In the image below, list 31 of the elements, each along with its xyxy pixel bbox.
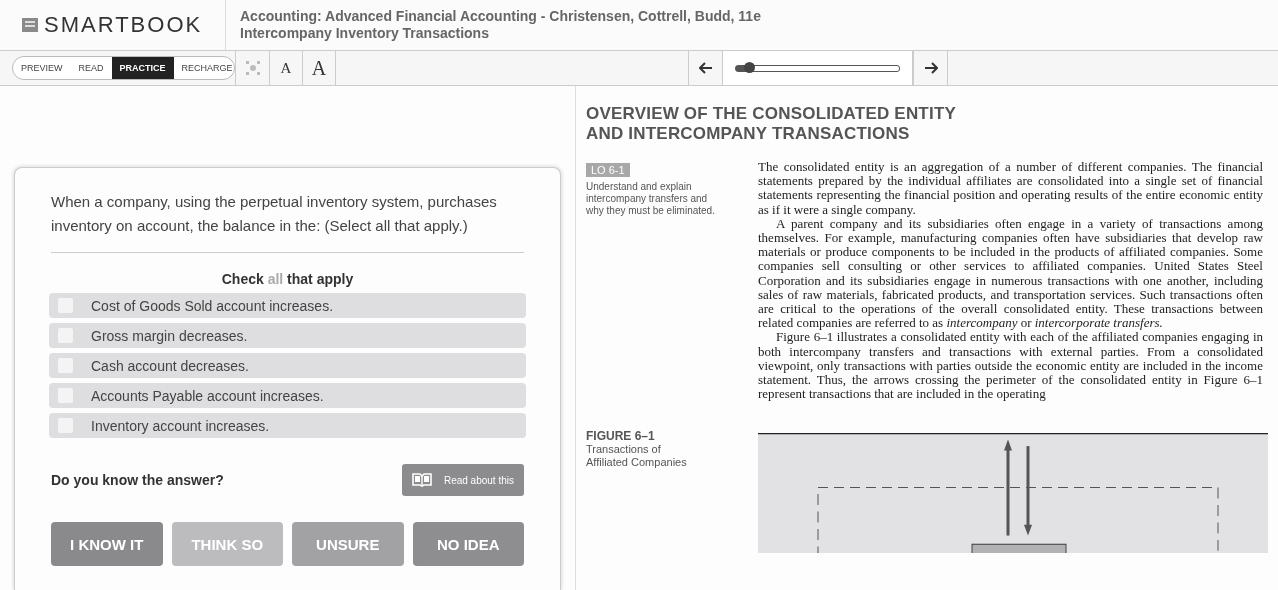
- body-paragraph: Figure 6–1 illustrates a consolidated entity with each of the affiliated companies engaging in both intercompany transfers and transactions with external parties. From a consolidated viewpoint, only transactions with parties outside the economic entity are included in the income statement. Thus, the arrows crossing the perimeter of the consolidated entity in Figure 6–1 represent transactions that are included in the operating: [758, 330, 1263, 402]
- collapse-icon[interactable]: [245, 61, 260, 75]
- step-tab[interactable]: PRACTICE: [111, 57, 174, 79]
- question-text: When a company, using the perpetual inventory system, purchases inventory on account, the balance in the: (Select all that apply.): [51, 190, 524, 253]
- section-heading: OVERVIEW OF THE CONSOLIDATED ENTITY AND INTERCOMPANY TRANSACTIONS: [586, 104, 957, 144]
- answer-option[interactable]: Gross margin decreases.: [49, 323, 526, 348]
- step-tab[interactable]: RECHARGE: [173, 57, 234, 79]
- logo: SMARTBOOK: [44, 12, 203, 38]
- answer-option[interactable]: Inventory account increases.: [49, 413, 526, 438]
- body-paragraph: The consolidated entity is an aggregation of a number of different companies. The financial statements prepared by the individual affiliates are consolidated into a single set of financial statements representing the financial position and operating results of the entire economic entity as if it were a single company.: [758, 160, 1263, 217]
- page-slider[interactable]: [735, 64, 900, 72]
- instruction-text: Check all that apply: [220, 271, 355, 287]
- font-smaller-button[interactable]: A: [270, 51, 303, 85]
- back-arrow-icon[interactable]: [698, 62, 713, 74]
- forward-arrow-icon[interactable]: [923, 62, 938, 74]
- font-larger-button[interactable]: A: [303, 51, 336, 85]
- book-title: Accounting: Advanced Financial Accounting - Christensen, Cottrell, Budd, 11e: [240, 8, 761, 25]
- book-icon: [411, 473, 432, 487]
- objective-text: Understand and explain intercompany transfers and why they must be eliminated.: [586, 181, 716, 217]
- figure-label: FIGURE 6–1: [586, 429, 656, 444]
- figure-caption: Transactions of Affiliated Companies: [586, 443, 688, 470]
- body-paragraph: A parent company and its subsidiaries often engage in a variety of transactions among themselves. For example, manufacturing companies often have subsidiaries that develop raw materials or produce components to be included in the products of affiliated companies. Some companies sell consulting or other services to affiliated companies. United States Steel Corporation and its subsidiaries engage in numerous transactions with one another, including sales of raw materials, fabricated products, and transportation services. Such transactions often are critical to the operations of the overall consolidated entity. These transactions between related companies are referred to as intercompany or intercorporate transfers.: [758, 216, 1263, 331]
- step-tab[interactable]: READ: [70, 57, 112, 79]
- step-tab[interactable]: PREVIEW: [13, 57, 71, 79]
- chapter-title: Intercompany Inventory Transactions: [240, 25, 490, 42]
- logo-icon: [22, 18, 38, 32]
- answer-option[interactable]: Accounts Payable account increases.: [49, 383, 526, 408]
- objective-tag: LO 6-1: [586, 163, 630, 177]
- answer-option[interactable]: Cash account decreases.: [49, 353, 526, 378]
- answer-option[interactable]: Cost of Goods Sold account increases.: [49, 293, 526, 318]
- confidence-prompt: Do you know the answer?: [51, 472, 224, 488]
